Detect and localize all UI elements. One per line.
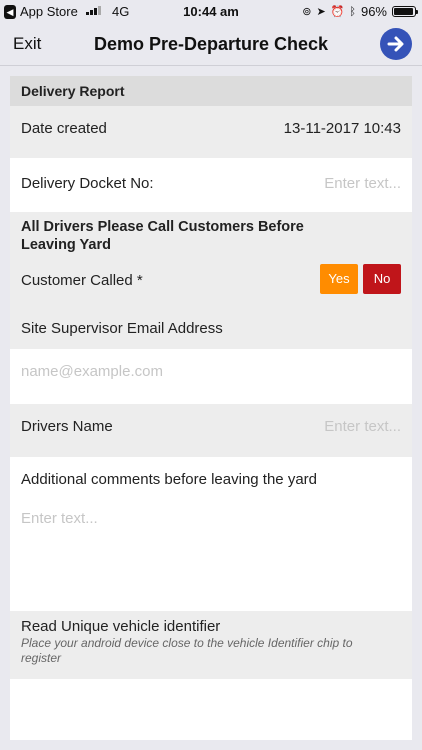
bluetooth-icon: ᛒ	[349, 5, 356, 18]
yes-button[interactable]: Yes	[320, 264, 358, 294]
status-bar: ◀ App Store 4G 10:44 am ⊚ ➤ ⏰ ᛒ 96%	[0, 0, 422, 22]
additional-comments-input[interactable]: Enter text...	[21, 510, 98, 527]
drivers-name-row[interactable]: Drivers Name Enter text...	[10, 404, 412, 457]
vehicle-identifier-row: Read Unique vehicle identifier Place you…	[10, 611, 412, 679]
checklist-form: Delivery Report Date created 13-11-2017 …	[10, 76, 412, 740]
customer-called-label: Customer Called *	[21, 272, 143, 289]
delivery-docket-input[interactable]: Enter text...	[324, 175, 401, 192]
date-created-value: 13-11-2017 10:43	[283, 120, 401, 137]
section-header-call-customers: All Drivers Please Call Customers Before…	[10, 212, 412, 258]
vehicle-identifier-hint: Place your android device close to the v…	[21, 636, 353, 665]
drivers-name-input[interactable]: Enter text...	[324, 418, 401, 435]
site-supervisor-label: Site Supervisor Email Address	[21, 320, 223, 337]
page-title: Demo Pre-Departure Check	[93, 34, 329, 54]
drivers-name-label: Drivers Name	[21, 418, 113, 435]
navigation-bar: Exit Demo Pre-Departure Check	[0, 22, 422, 66]
date-created-row: Date created 13-11-2017 10:43	[10, 106, 412, 158]
site-supervisor-row: Site Supervisor Email Address	[10, 306, 412, 349]
vehicle-identifier-label: Read Unique vehicle identifier	[21, 618, 221, 635]
site-supervisor-email-field[interactable]: name@example.com	[10, 349, 412, 404]
date-created-label: Date created	[21, 120, 107, 137]
battery-icon	[392, 6, 418, 17]
alarm-icon: ⏰	[330, 6, 345, 18]
delivery-docket-label: Delivery Docket No:	[21, 175, 154, 192]
orientation-lock-icon: ⊚	[302, 6, 312, 18]
battery-percent: 96%	[360, 4, 387, 19]
section-title: Delivery Report	[21, 83, 125, 99]
next-button[interactable]	[380, 28, 412, 60]
customer-called-row: Customer Called * Yes No	[10, 258, 412, 306]
site-supervisor-email-input[interactable]: name@example.com	[21, 363, 163, 380]
location-icon: ➤	[316, 6, 326, 18]
section-title: All Drivers Please Call Customers Before…	[21, 219, 304, 253]
arrow-right-icon	[387, 36, 404, 52]
delivery-docket-row[interactable]: Delivery Docket No: Enter text...	[10, 158, 412, 212]
additional-comments-field[interactable]: Additional comments before leaving the y…	[10, 457, 412, 611]
section-header-delivery-report: Delivery Report	[10, 76, 412, 106]
additional-comments-label: Additional comments before leaving the y…	[21, 471, 318, 488]
vehicle-identifier-reader[interactable]	[10, 679, 412, 740]
no-button[interactable]: No	[363, 264, 401, 294]
